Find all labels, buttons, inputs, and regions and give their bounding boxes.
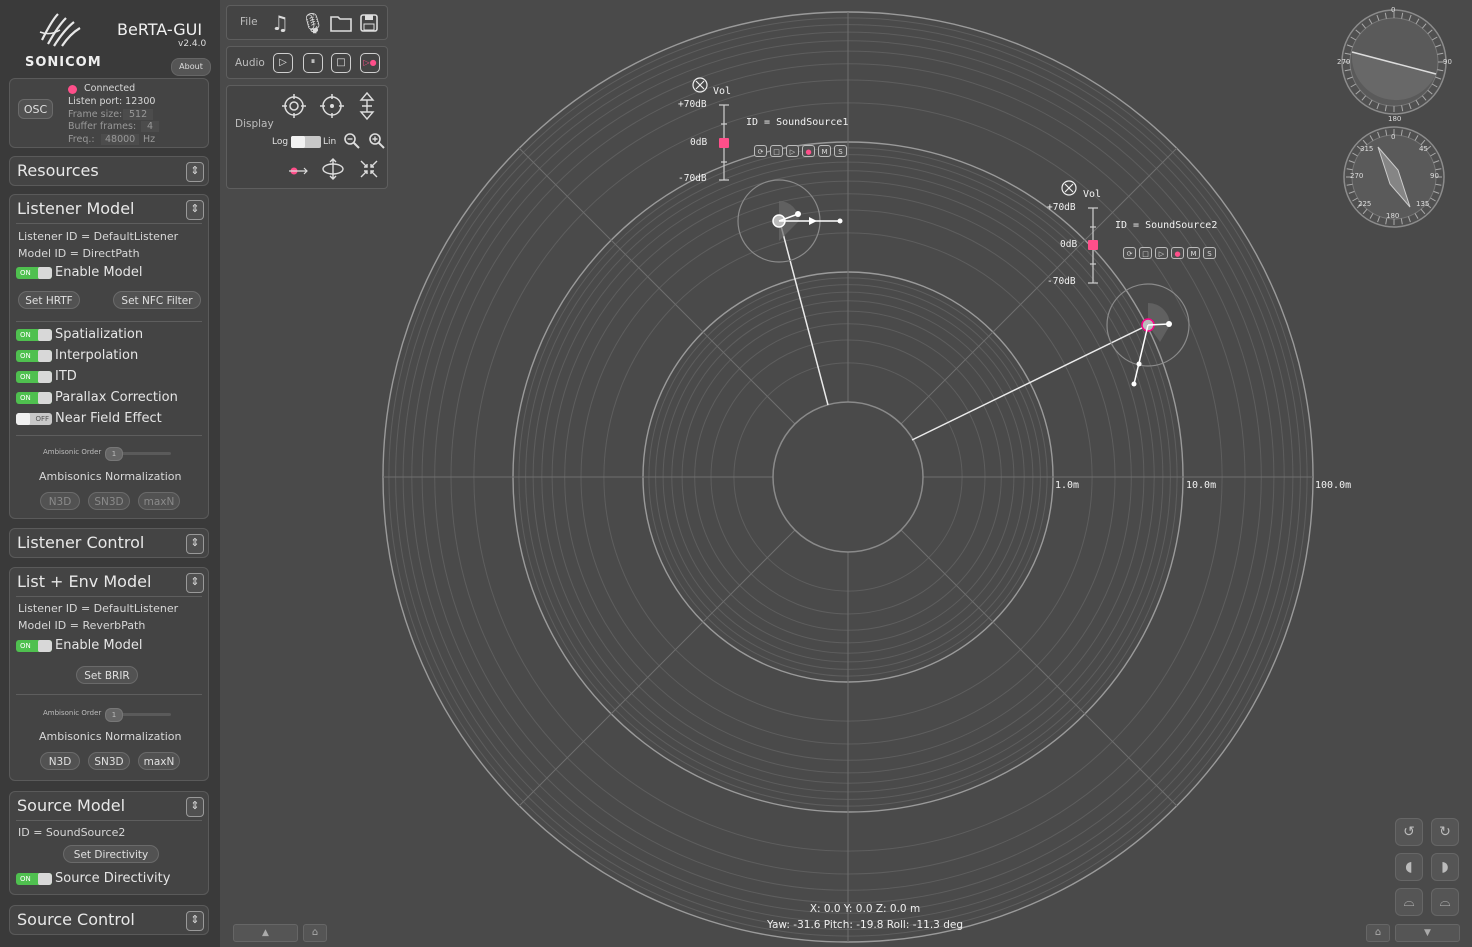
zoom-in-icon[interactable] — [367, 132, 387, 153]
log-label: Log — [272, 137, 289, 147]
save-icon[interactable] — [359, 13, 379, 36]
solo-button[interactable]: S — [1203, 247, 1216, 259]
scale-label-10m: 10.0m — [1186, 480, 1217, 491]
dial-north-label: 0 — [1391, 6, 1396, 14]
record-button[interactable]: ● — [802, 145, 815, 157]
compass-nw-label: 315 — [1360, 145, 1374, 153]
rotate-left-icon[interactable]: ↺ — [1395, 818, 1423, 846]
dial-east-label: 90 — [1443, 58, 1452, 66]
tilt-left-icon[interactable]: ◖ — [1395, 853, 1423, 881]
vertical-axis-icon[interactable] — [357, 91, 377, 124]
roll-left-icon[interactable]: ⌓ — [1395, 888, 1423, 916]
audio-label: Audio — [235, 57, 265, 69]
compass-ne-label: 45 — [1419, 145, 1428, 153]
pause-button[interactable]: ⏸ — [303, 53, 323, 73]
roll-right-icon[interactable]: ⌓ — [1431, 888, 1459, 916]
close-icon-cross — [1064, 183, 1074, 193]
scale-label-100m: 100.0m — [1315, 480, 1352, 491]
stop-button[interactable]: □ — [770, 145, 783, 157]
record-mic-icon[interactable]: 🎙 — [300, 13, 325, 33]
display-label: Display — [235, 118, 274, 130]
compass-north-label: 0 — [1391, 133, 1396, 141]
listener-area[interactable] — [772, 401, 924, 553]
load-audio-icon[interactable]: ♫ — [271, 13, 289, 33]
solo-button[interactable]: S — [834, 145, 847, 157]
position-readout: X: 0.0 Y: 0.0 Z: 0.0 m — [809, 903, 921, 915]
log-lin-switch[interactable] — [291, 136, 321, 148]
sound-source-1[interactable] — [737, 179, 843, 263]
display-toolbar: Display Log Lin — [226, 85, 388, 189]
dial-south-label: 180 — [1388, 115, 1402, 123]
tilt-right-icon[interactable]: ◗ — [1431, 853, 1459, 881]
vol-max-label: +70dB — [1047, 202, 1076, 213]
file-label: File — [240, 16, 258, 28]
volume-handle-1[interactable] — [719, 138, 729, 148]
stop-button[interactable]: □ — [331, 53, 351, 73]
vol-label: Vol — [1083, 189, 1102, 200]
source1-id: ID = SoundSource1 — [746, 117, 849, 128]
stop-button[interactable]: □ — [1139, 247, 1152, 259]
dial-west-label: 270 — [1337, 58, 1351, 66]
compass-se-label: 135 — [1416, 200, 1430, 208]
vol-min-label: -70dB — [678, 173, 707, 184]
vol-max-label: +70dB — [678, 99, 707, 110]
audio-toolbar: Audio ▷ ⏸ □ ▷● — [226, 46, 388, 79]
vol-zero-label: 0dB — [690, 137, 708, 148]
play-button[interactable]: ▷ — [273, 53, 293, 73]
record-play-button[interactable]: ▷● — [360, 53, 380, 73]
record-button[interactable]: ● — [1171, 247, 1184, 259]
orientation-dial — [1341, 9, 1447, 115]
mute-button[interactable]: M — [1187, 247, 1200, 259]
mute-button[interactable]: M — [818, 145, 831, 157]
vol-zero-label: 0dB — [1060, 239, 1078, 250]
loop-button[interactable]: ⟳ — [1123, 247, 1136, 259]
vol-label: Vol — [713, 86, 732, 97]
close-icon-cross — [695, 80, 705, 90]
fit-view-icon[interactable] — [359, 159, 379, 182]
source2-id: ID = SoundSource2 — [1115, 220, 1218, 231]
file-toolbar: File ♫ 🎙 — [226, 5, 388, 40]
orientation-readout: Yaw: -31.6 Pitch: -19.8 Roll: -11.3 deg — [767, 919, 963, 931]
zoom-out-icon[interactable] — [342, 132, 362, 153]
expand-up-button[interactable]: ▲ — [233, 924, 298, 942]
compass-sw-label: 225 — [1358, 200, 1372, 208]
home-icon[interactable]: ⌂ — [1366, 924, 1390, 942]
scale-label-1m: 1.0m — [1055, 480, 1080, 491]
source-direction-icon[interactable] — [287, 161, 309, 181]
rotate-right-icon[interactable]: ↻ — [1431, 818, 1459, 846]
home-icon[interactable]: ⌂ — [303, 924, 327, 942]
open-folder-icon[interactable] — [329, 13, 353, 36]
spatial-view[interactable] — [0, 0, 1472, 947]
volume-handle-2[interactable] — [1088, 240, 1098, 250]
compass-east-label: 90 — [1430, 172, 1439, 180]
compass-west-label: 270 — [1350, 172, 1364, 180]
expand-down-button[interactable]: ▼ — [1395, 924, 1460, 942]
target-listener-icon[interactable] — [281, 93, 306, 122]
loop-button[interactable]: ⟳ — [754, 145, 767, 157]
rotate-view-icon[interactable] — [321, 157, 345, 184]
compass-south-label: 180 — [1386, 212, 1400, 220]
target-source-icon[interactable] — [319, 93, 345, 122]
play-button[interactable]: ▷ — [1155, 247, 1168, 259]
play-button[interactable]: ▷ — [786, 145, 799, 157]
vol-min-label: -70dB — [1047, 276, 1076, 287]
lin-label: Lin — [323, 137, 337, 147]
source1-controls: ⟳ □ ▷ ● M S — [754, 139, 850, 157]
source2-controls: ⟳ □ ▷ ● M S — [1123, 241, 1219, 259]
